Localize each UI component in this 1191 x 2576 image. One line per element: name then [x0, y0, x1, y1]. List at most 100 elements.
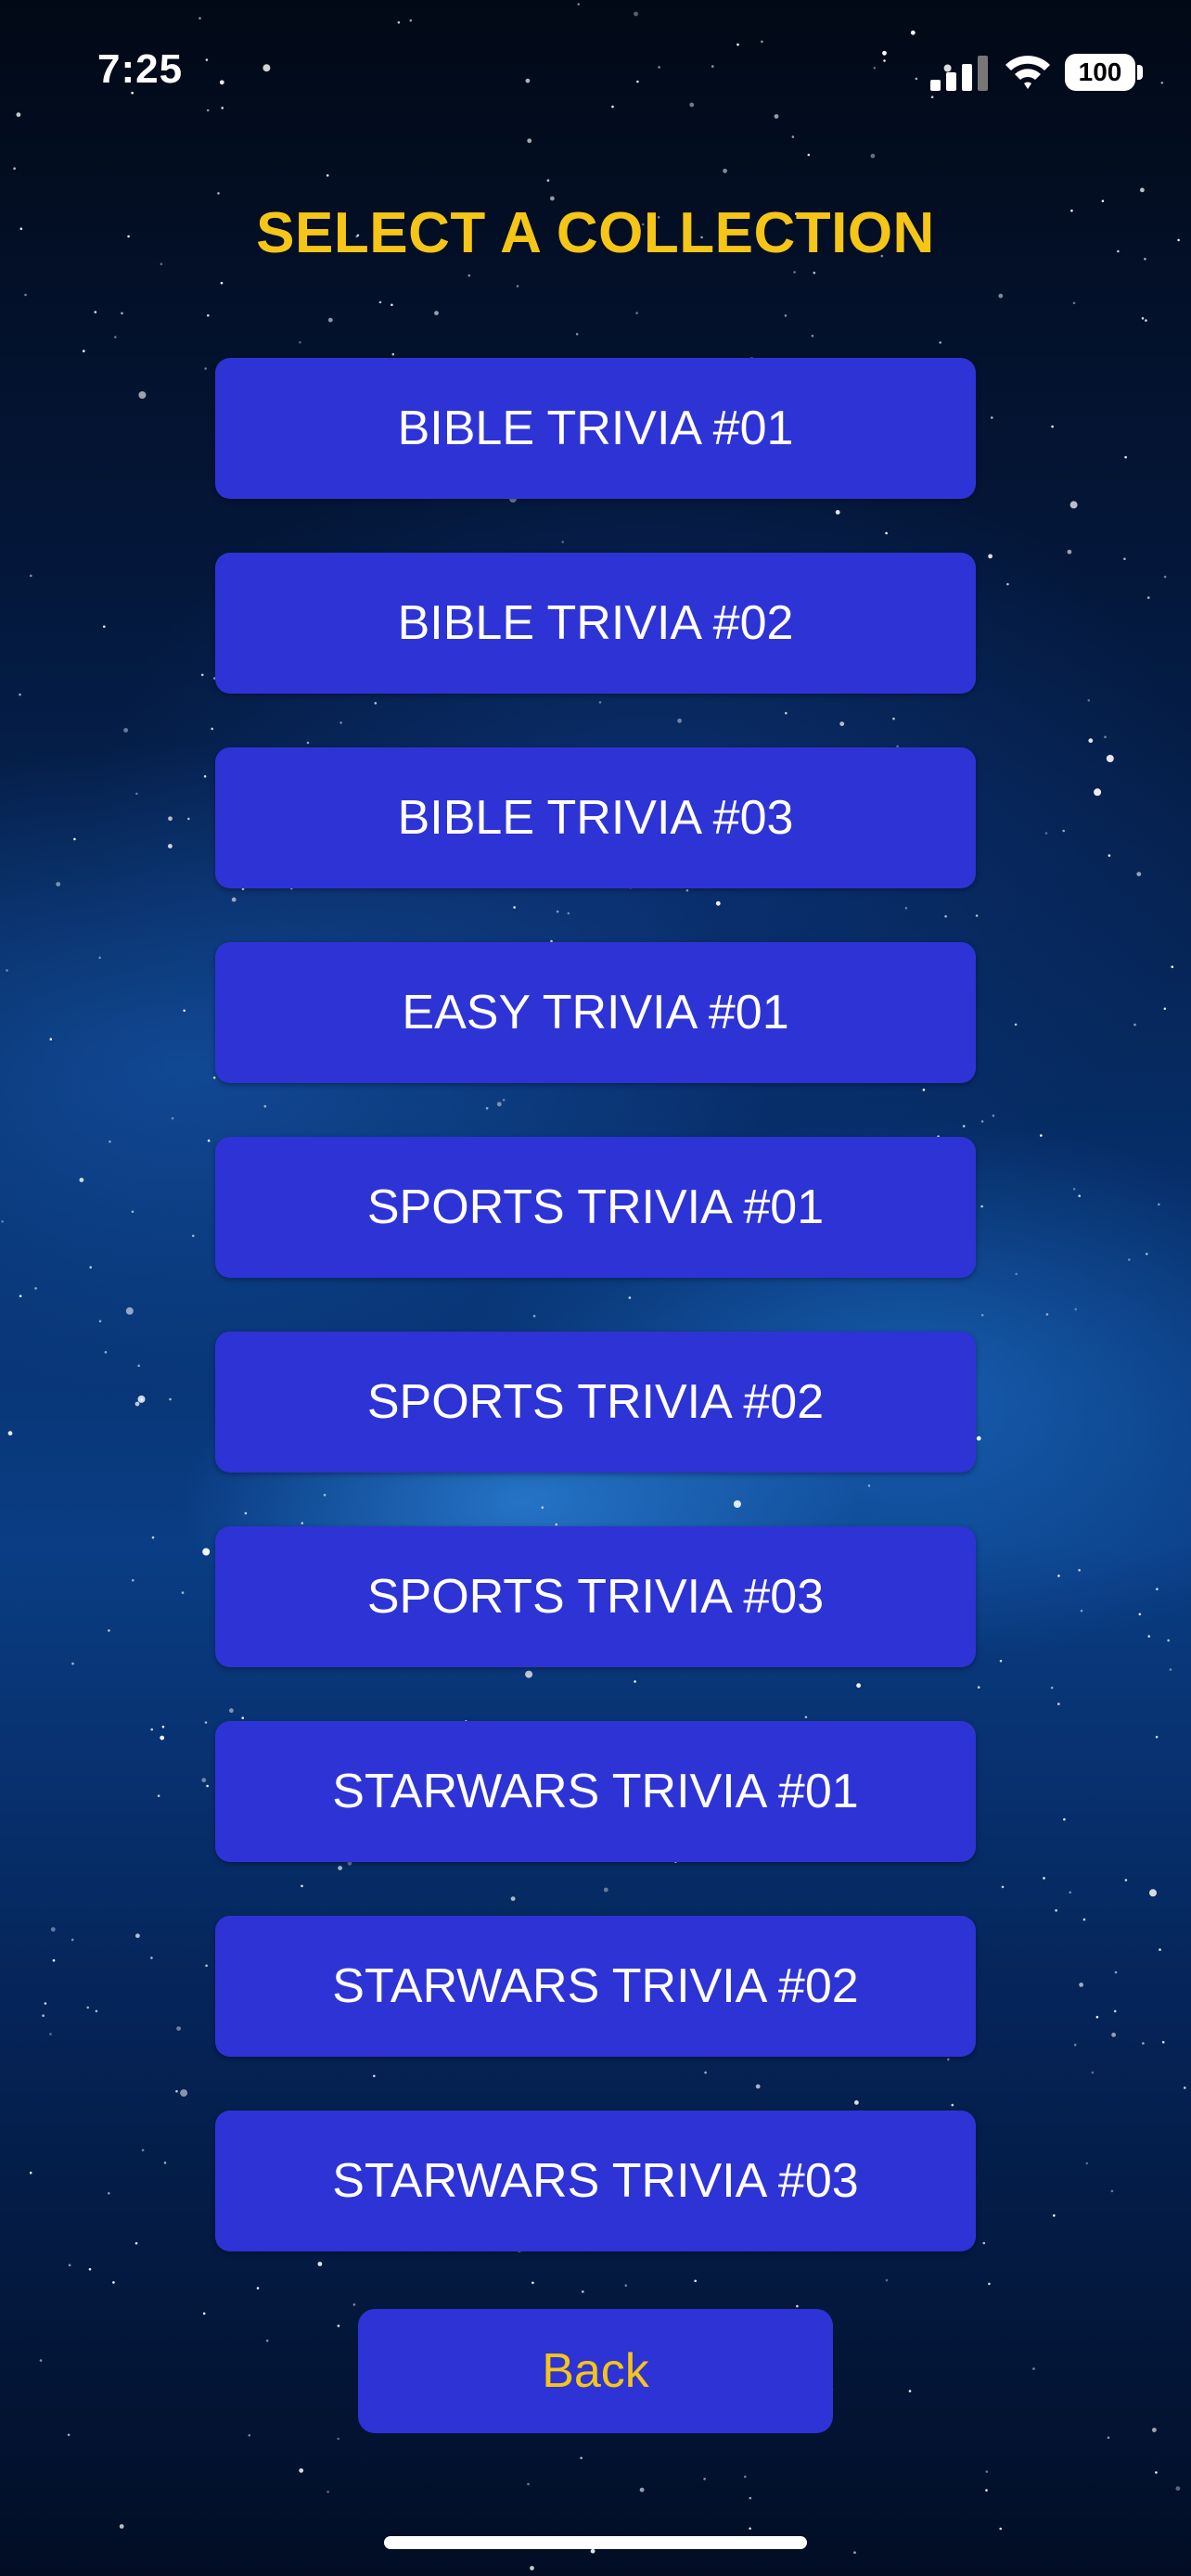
- star: [1001, 1885, 1005, 1889]
- star: [108, 1629, 110, 1632]
- star: [1104, 735, 1107, 739]
- star: [104, 1351, 108, 1354]
- star: [1138, 1613, 1142, 1616]
- star: [378, 300, 382, 304]
- star: [204, 1721, 208, 1724]
- star: [19, 693, 21, 696]
- star: [1072, 301, 1076, 305]
- star: [1133, 1023, 1136, 1027]
- star: [13, 167, 16, 170]
- star: [1156, 1588, 1159, 1590]
- star: [1128, 1258, 1131, 1261]
- star: [813, 271, 816, 274]
- star: [125, 1307, 134, 1315]
- star: [98, 1320, 102, 1323]
- star: [1073, 2043, 1077, 2047]
- star: [976, 1435, 981, 1441]
- star: [95, 2009, 98, 2013]
- collection-button-starwars-01[interactable]: STARWARS TRIVIA #01: [215, 1721, 976, 1862]
- collection-list: BIBLE TRIVIA #01 BIBLE TRIVIA #02 BIBLE …: [215, 358, 976, 2305]
- star: [68, 2264, 71, 2267]
- star: [1094, 788, 1102, 797]
- star: [1080, 1609, 1083, 1613]
- star: [1095, 2015, 1099, 2019]
- star: [114, 336, 117, 338]
- collection-button-bible-03[interactable]: BIBLE TRIVIA #03: [215, 747, 976, 888]
- star: [168, 844, 173, 848]
- star: [1111, 2033, 1116, 2037]
- star: [168, 816, 173, 822]
- star: [29, 2171, 32, 2174]
- star: [24, 293, 27, 297]
- star: [1184, 2086, 1186, 2089]
- star: [169, 1397, 172, 1401]
- star: [220, 281, 224, 285]
- star: [1062, 829, 1065, 833]
- star: [908, 2390, 912, 2392]
- star: [516, 285, 519, 287]
- star: [639, 2487, 645, 2493]
- star: [527, 2482, 530, 2486]
- star: [939, 341, 941, 344]
- star: [141, 2149, 145, 2152]
- collection-button-sports-03[interactable]: SPORTS TRIVIA #03: [215, 1526, 976, 1667]
- star: [299, 2468, 304, 2473]
- collection-button-sports-01[interactable]: SPORTS TRIVIA #01: [215, 1137, 976, 1278]
- star: [103, 625, 106, 628]
- star: [56, 882, 61, 886]
- star: [749, 2496, 752, 2500]
- star: [1106, 755, 1114, 762]
- star: [135, 792, 138, 796]
- star: [206, 1784, 209, 1788]
- star: [1091, 2071, 1095, 2074]
- star: [71, 1662, 74, 1665]
- collection-button-bible-02[interactable]: BIBLE TRIVIA #02: [215, 553, 976, 694]
- star: [19, 1294, 22, 1297]
- star: [137, 1364, 140, 1368]
- star: [134, 1401, 140, 1407]
- star: [1015, 1272, 1018, 1276]
- star: [131, 1210, 134, 1213]
- collection-button-starwars-02[interactable]: STARWARS TRIVIA #02: [215, 1916, 976, 2057]
- star: [30, 574, 32, 578]
- star: [175, 2090, 178, 2093]
- star: [1146, 596, 1150, 599]
- star: [207, 1139, 211, 1142]
- star: [150, 1728, 153, 1731]
- collection-button-easy-01[interactable]: EASY TRIVIA #01: [215, 942, 976, 1083]
- star: [1063, 1817, 1066, 1821]
- wifi-icon: [1005, 56, 1050, 89]
- star: [1142, 2042, 1145, 2045]
- star: [42, 2014, 45, 2017]
- star: [1113, 2009, 1117, 2013]
- star: [135, 1933, 140, 1939]
- star: [1051, 425, 1054, 428]
- back-button[interactable]: Back: [358, 2309, 833, 2433]
- star: [1069, 1891, 1071, 1894]
- star: [138, 391, 147, 399]
- star: [1163, 575, 1167, 579]
- star: [1147, 1635, 1150, 1638]
- star: [1082, 1918, 1086, 1921]
- star: [744, 2475, 747, 2479]
- star: [1124, 455, 1127, 459]
- star: [1141, 317, 1145, 320]
- star: [1152, 2428, 1157, 2432]
- star: [1014, 1023, 1018, 1027]
- home-indicator[interactable]: [384, 2536, 807, 2549]
- page-title: SELECT A COLLECTION: [256, 201, 935, 265]
- star: [1050, 1686, 1054, 1690]
- collection-button-sports-02[interactable]: SPORTS TRIVIA #02: [215, 1332, 976, 1473]
- star: [1149, 1889, 1157, 1897]
- star: [1155, 1735, 1159, 1739]
- star: [180, 2089, 188, 2098]
- star: [203, 775, 207, 778]
- collection-button-bible-01[interactable]: BIBLE TRIVIA #01: [215, 358, 976, 499]
- collection-button-starwars-03[interactable]: STARWARS TRIVIA #03: [215, 2111, 976, 2251]
- star: [1145, 319, 1147, 322]
- star: [1171, 965, 1174, 968]
- star: [1108, 854, 1111, 857]
- star: [140, 1398, 144, 1401]
- star: [200, 673, 204, 677]
- star: [980, 1205, 983, 1208]
